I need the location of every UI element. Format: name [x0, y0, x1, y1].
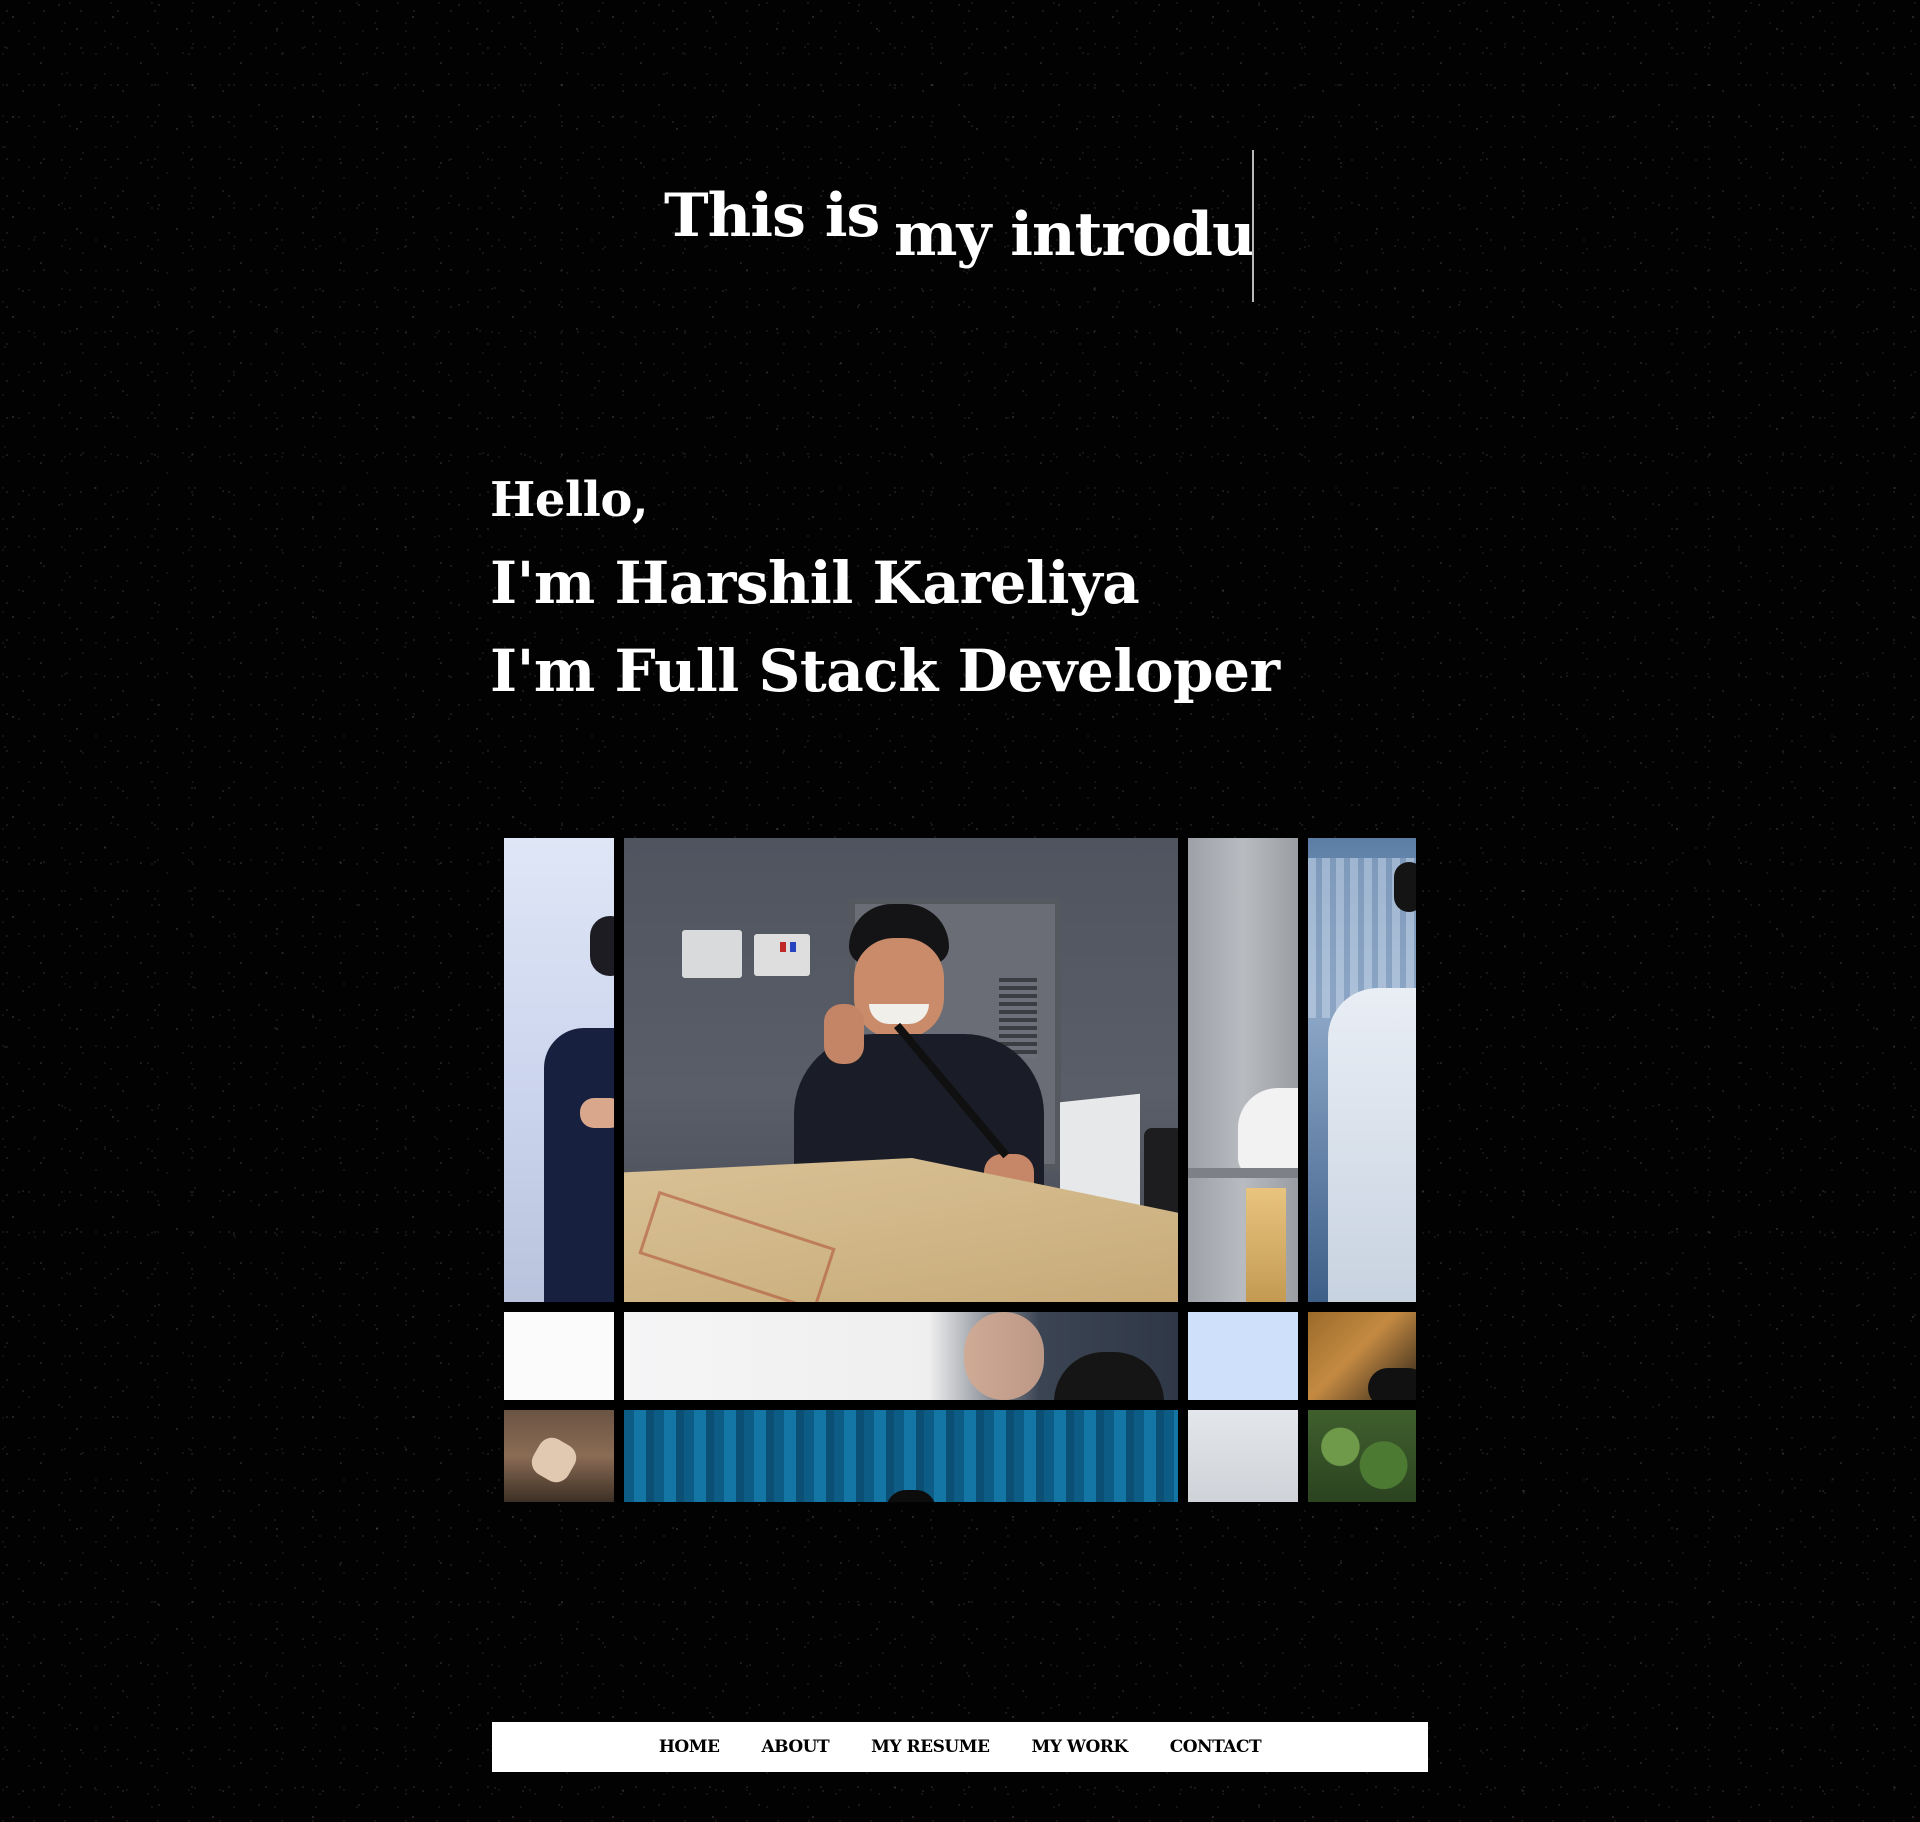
- head-top: [886, 1490, 936, 1502]
- photo-speaker-at-podium[interactable]: [624, 838, 1178, 1302]
- silhouette: [1368, 1368, 1416, 1400]
- person-white-kurta: [1328, 988, 1416, 1302]
- photo-brown-detail[interactable]: [504, 1410, 614, 1502]
- photo-light-grey[interactable]: [1188, 1410, 1298, 1502]
- hero-text: Hello, I'm Harshil Kareliya I'm Full Sta…: [490, 476, 1280, 700]
- hand: [964, 1312, 1044, 1400]
- photo-warm-light[interactable]: [1308, 1312, 1416, 1400]
- photo-person-doorway[interactable]: [1188, 838, 1298, 1302]
- photo-light-blue[interactable]: [1188, 1312, 1298, 1400]
- photo-person-blue-shirt[interactable]: [504, 838, 614, 1302]
- nav-about[interactable]: ABOUT: [761, 1737, 829, 1757]
- hands-detail: [526, 1432, 582, 1488]
- hero-name: I'm Harshil Kareliya: [490, 549, 1140, 617]
- nav-home[interactable]: HOME: [659, 1737, 720, 1757]
- photo-blue-curtain[interactable]: [624, 1410, 1178, 1502]
- photo-closeup-face[interactable]: [624, 1312, 1178, 1400]
- nav-my-resume[interactable]: MY RESUME: [871, 1737, 990, 1757]
- switch-panel-1: [682, 930, 742, 978]
- main-navigation: HOME ABOUT MY RESUME MY WORK CONTACT: [492, 1722, 1428, 1772]
- hero-greeting: Hello,: [490, 472, 649, 528]
- person-figure: [530, 898, 614, 1302]
- intro-typing-heading: This is my introdu: [664, 150, 1254, 300]
- railing: [1188, 1168, 1298, 1178]
- nav-my-work[interactable]: MY WORK: [1032, 1737, 1129, 1757]
- person-hair: [1394, 862, 1416, 912]
- photo-gallery: [504, 838, 1416, 1502]
- photo-person-white-shirt[interactable]: [1308, 838, 1416, 1302]
- chair-yellow: [1246, 1188, 1286, 1302]
- hair-closeup: [1054, 1352, 1164, 1400]
- intro-text-static: This is: [664, 181, 880, 251]
- person-shoulder: [1238, 1088, 1298, 1178]
- typing-caret: [1252, 150, 1254, 302]
- photo-white-backdrop[interactable]: [504, 1312, 614, 1400]
- nav-contact[interactable]: CONTACT: [1170, 1737, 1262, 1757]
- photo-green-trees[interactable]: [1308, 1410, 1416, 1502]
- intro-text-typing: my introdu: [894, 200, 1254, 270]
- hero-role: I'm Full Stack Developer: [490, 637, 1280, 705]
